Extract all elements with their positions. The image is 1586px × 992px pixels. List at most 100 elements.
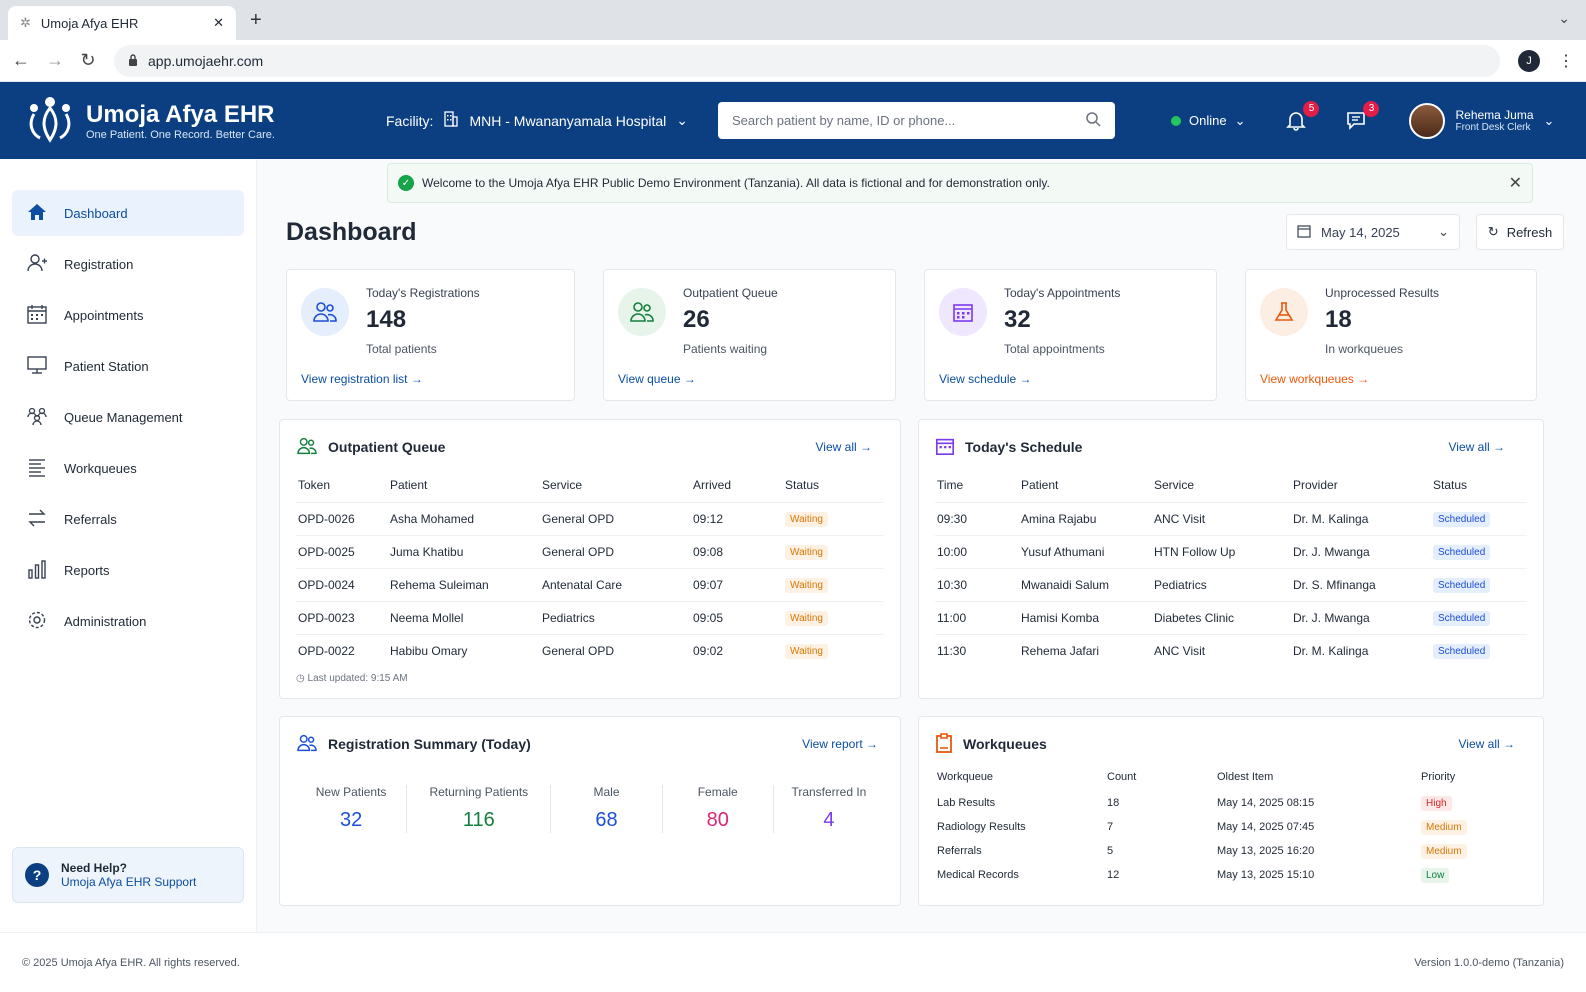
back-icon[interactable]: ← xyxy=(12,50,30,71)
table-cell: Scheduled xyxy=(1431,501,1527,535)
page-title-bar: Dashboard May 14, 2025 ⌄ ↻ Refresh xyxy=(279,214,1564,250)
table-row[interactable]: 10:00 Yusuf Athumani HTN Follow Up Dr. J. M… xyxy=(935,534,1527,568)
calendar-icon xyxy=(26,303,48,328)
tab-title: Umoja Afya EHR xyxy=(40,15,139,31)
browser-menu-icon[interactable]: ⋮ xyxy=(1558,51,1574,71)
table-header-row: Time Patient Service Provider Status xyxy=(935,468,1527,502)
table-row[interactable]: OPD-0026 Asha Mohamed General OPD 09:12 Wait… xyxy=(296,501,884,535)
building-icon xyxy=(443,111,459,130)
link-label: View all xyxy=(815,440,857,454)
tables-row: Outpatient Queue View all → Token Patien… xyxy=(279,419,1564,699)
table-row[interactable]: OPD-0022 Habibu Omary General OPD 09:02 Wait… xyxy=(296,633,884,667)
arrow-right-icon: → xyxy=(1357,372,1370,386)
search-icon[interactable] xyxy=(1085,111,1101,130)
sidebar-item-appointments[interactable]: Appointments xyxy=(12,292,244,338)
sidebar-item-reports[interactable]: Reports xyxy=(12,547,244,593)
column-header: Patient xyxy=(1021,477,1059,492)
calendar-icon xyxy=(935,436,955,459)
date-value: May 14, 2025 xyxy=(1321,224,1400,240)
table-cell: Mwanaidi Salum xyxy=(1019,567,1152,601)
close-tab-icon[interactable]: ✕ xyxy=(213,15,224,31)
home-icon xyxy=(26,201,48,226)
workqueues-view-all-link[interactable]: View all → xyxy=(1459,737,1515,751)
table-cell: HTN Follow Up xyxy=(1152,534,1291,568)
table-row[interactable]: OPD-0024 Rehema Suleiman Antenatal Care 09:… xyxy=(296,567,884,601)
arrow-right-icon: → xyxy=(1019,372,1032,386)
account-avatar[interactable]: J xyxy=(1518,49,1540,72)
table-cell: Waiting xyxy=(783,501,884,535)
table-row[interactable]: 11:30 Rehema Jafari ANC Visit Dr. M. Kaling… xyxy=(935,633,1527,667)
panel-title: Today's Schedule xyxy=(965,439,1083,455)
table-cell: General OPD xyxy=(540,633,691,667)
table-cell: Dr. M. Kalinga xyxy=(1291,633,1431,667)
patient-search-input[interactable]: Search patient by name, ID or phone... xyxy=(718,102,1115,139)
browser-tab[interactable]: ✲ Umoja Afya EHR ✕ xyxy=(8,6,236,40)
table-cell: OPD-0026 xyxy=(296,501,388,535)
view-schedule-link[interactable]: View schedule → xyxy=(939,372,1032,386)
table-cell: Waiting xyxy=(783,534,884,568)
chevron-down-icon: ⌄ xyxy=(676,112,689,128)
sidebar-item-workqueues[interactable]: Workqueues xyxy=(12,445,244,491)
view-registration-list-link[interactable]: View registration list → xyxy=(301,372,423,386)
message-icon xyxy=(1345,111,1367,134)
user-name: Rehema Juma xyxy=(1455,108,1534,122)
sidebar-item-patient-station[interactable]: Patient Station xyxy=(12,343,244,389)
reg-stat-label: Male xyxy=(593,785,620,799)
queue-view-all-link[interactable]: View all → xyxy=(816,440,872,454)
table-row[interactable]: OPD-0025 Juma Khatibu General OPD 09:08 Wait… xyxy=(296,534,884,568)
todays-schedule-panel: Today's Schedule View all → Time Patient… xyxy=(918,419,1544,699)
table-row[interactable]: 11:00 Hamisi Komba Diabetes Clinic Dr. J. M… xyxy=(935,600,1527,634)
reg-stat-new: New Patients 32 xyxy=(296,785,408,833)
date-picker[interactable]: May 14, 2025 ⌄ xyxy=(1286,214,1460,250)
table-row[interactable]: 10:30 Mwanaidi Salum Pediatrics Dr. S. Mfin… xyxy=(935,567,1527,601)
stat-value: 32 xyxy=(1004,306,1031,333)
table-cell: Amina Rajabu xyxy=(1019,501,1152,535)
sidebar-item-administration[interactable]: Administration xyxy=(12,598,244,644)
facility-selector[interactable]: Facility: MNH - Mwananyamala Hospital ⌄ xyxy=(386,111,718,130)
schedule-view-all-link[interactable]: View all → xyxy=(1449,440,1505,454)
new-tab-icon[interactable]: + xyxy=(250,9,262,32)
tab-list-chevron-icon[interactable]: ⌄ xyxy=(1558,10,1570,27)
table-cell: Pediatrics xyxy=(540,600,691,634)
sidebar-item-referrals[interactable]: Referrals xyxy=(12,496,244,542)
table-row[interactable]: OPD-0023 Neema Mollel Pediatrics 09:05 Waiti… xyxy=(296,600,884,634)
summary-row: Registration Summary (Today) View report… xyxy=(279,716,1564,906)
status-badge: Waiting xyxy=(785,511,828,527)
sidebar-item-dashboard[interactable]: Dashboard xyxy=(12,190,244,236)
notifications-button[interactable]: 5 xyxy=(1285,100,1320,133)
view-report-link[interactable]: View report → xyxy=(802,737,878,751)
user-menu[interactable]: Rehema Juma Front Desk Clerk ⌄ xyxy=(1409,102,1554,139)
app-logo[interactable]: Umoja Afya EHR One Patient. One Record. … xyxy=(24,94,364,147)
messages-button[interactable]: 3 xyxy=(1345,100,1380,134)
status-selector[interactable]: Online ⌄ xyxy=(1171,113,1245,129)
sidebar-item-label: Dashboard xyxy=(64,205,128,221)
forward-icon[interactable]: → xyxy=(46,50,64,71)
sidebar-item-queue-management[interactable]: Queue Management xyxy=(12,394,244,440)
table-row[interactable]: Radiology Results 7 May 14, 2025 07:45 Medi… xyxy=(935,815,1527,839)
status-badge: Waiting xyxy=(785,643,828,659)
users-icon xyxy=(618,288,666,336)
link-label: View all xyxy=(1448,440,1490,454)
table-cell: OPD-0022 xyxy=(296,633,388,667)
close-icon[interactable]: ✕ xyxy=(1509,173,1522,193)
sidebar-item-registration[interactable]: Registration xyxy=(12,241,244,287)
table-cell: 10:30 xyxy=(935,567,1019,601)
help-box[interactable]: ? Need Help? Umoja Afya EHR Support xyxy=(12,847,244,903)
facility-label: Facility: xyxy=(386,112,434,129)
reload-icon[interactable]: ↻ xyxy=(80,50,96,71)
table-row[interactable]: Lab Results 18 May 14, 2025 08:15 High xyxy=(935,791,1527,815)
stat-card-unprocessed-results: Unprocessed Results 18 In workqueues Vie… xyxy=(1245,269,1537,401)
address-bar[interactable]: app.umojaehr.com xyxy=(114,44,1500,77)
table-row[interactable]: Medical Records 12 May 13, 2025 15:10 Low xyxy=(935,863,1527,887)
refresh-button[interactable]: ↻ Refresh xyxy=(1476,214,1564,250)
last-updated-text: Last updated: 9:15 AM xyxy=(307,673,408,684)
table-row[interactable]: 09:30 Amina Rajabu ANC Visit Dr. M. Kalinga… xyxy=(935,501,1527,535)
reg-stat-female: Female 80 xyxy=(663,785,774,833)
table-row[interactable]: Referrals 5 May 13, 2025 16:20 Medium xyxy=(935,839,1527,863)
reg-stat-value: 32 xyxy=(339,809,363,831)
help-support-link[interactable]: Umoja Afya EHR Support xyxy=(61,875,196,889)
arrow-right-icon: → xyxy=(683,372,696,386)
view-workqueues-link[interactable]: View workqueues → xyxy=(1260,372,1369,386)
view-queue-link[interactable]: View queue → xyxy=(618,372,696,386)
table-cell: Medical Records xyxy=(937,869,1019,881)
